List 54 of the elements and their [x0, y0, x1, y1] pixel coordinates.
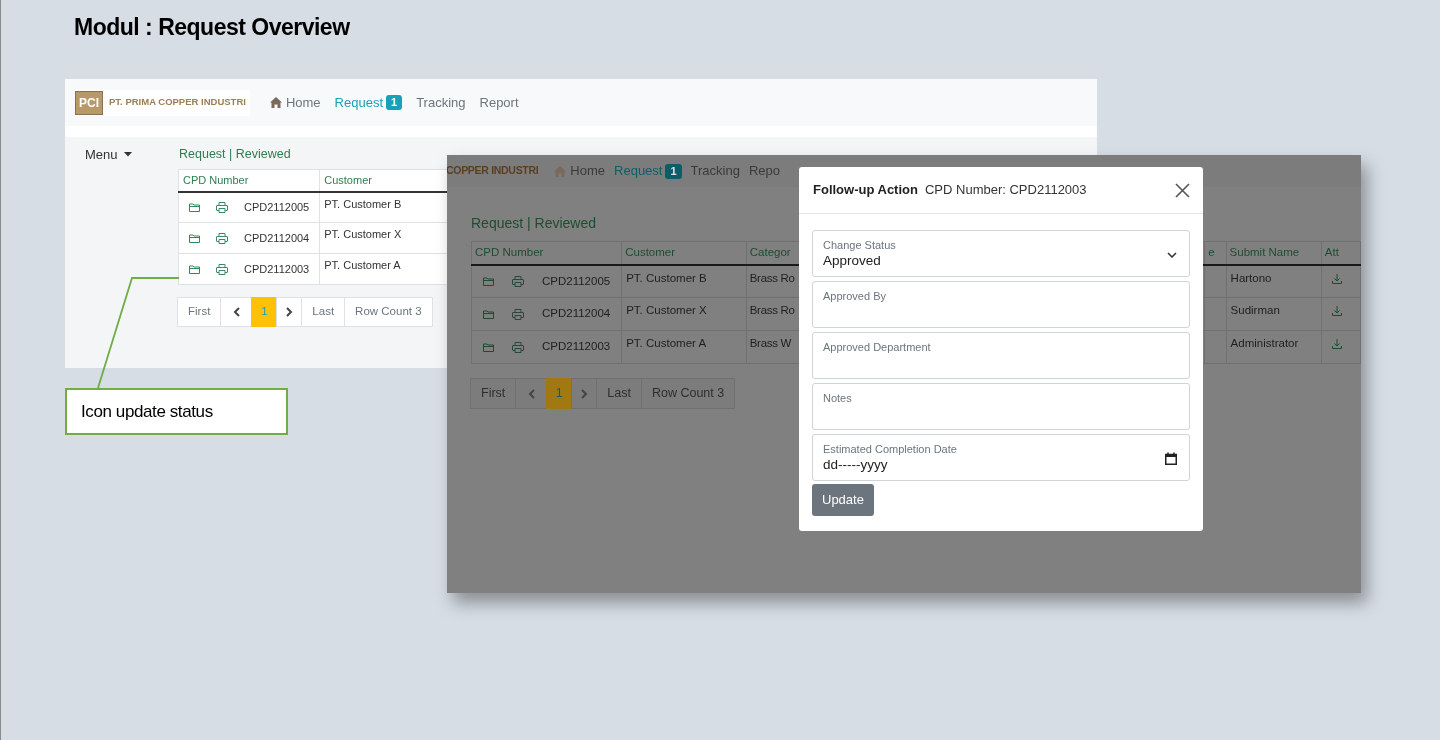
field-label: Change Status [823, 239, 897, 252]
field-label: Approved Department [823, 341, 932, 354]
dialog-subtitle: CPD Number: CPD2112003 [924, 181, 1088, 200]
nav-link[interactable]: Request 1 [614, 161, 682, 181]
submit-name-cell: Administrator [1226, 330, 1322, 364]
nav-link[interactable]: Request 1 [334, 92, 403, 113]
column-header: e [1204, 241, 1227, 265]
row-count-label[interactable]: Row Count 3 [344, 297, 433, 327]
breadcrumb-link[interactable]: Request | Reviewed [178, 145, 291, 169]
column-header: Customer [621, 241, 747, 265]
callout-text: Icon update status [81, 400, 213, 423]
field-value: dd-----yyyy [823, 456, 889, 474]
field-label: Notes [823, 392, 853, 405]
customer-cell: PT. Customer A [621, 330, 747, 364]
row-count-label[interactable]: Row Count 3 [640, 378, 736, 409]
customer-cell: PT. Customer X [621, 297, 747, 331]
first-page-button[interactable]: First [177, 297, 222, 327]
submit-name-cell: Sudirman [1226, 297, 1322, 331]
column-header: CPD Number [178, 169, 320, 192]
nav-link[interactable]: Report [479, 92, 519, 113]
first-page-button[interactable]: First [470, 378, 517, 409]
brand-name: PT. PRIMA COPPER INDUSTRI [109, 95, 246, 110]
dialog-title: Follow-up Action [813, 181, 918, 200]
cpd-number: CPD2112005 [542, 273, 611, 289]
nav-link[interactable]: Tracking [690, 161, 740, 181]
field-label: Estimated Completion Date [823, 443, 958, 456]
last-page-button[interactable]: Last [596, 378, 642, 409]
select-field[interactable]: Change Status Approved [812, 230, 1190, 277]
nav-link[interactable]: Tracking [416, 92, 466, 113]
nav-link[interactable]: Repo [748, 161, 781, 181]
column-header: Att [1321, 241, 1361, 265]
update-button[interactable]: Update [812, 484, 874, 516]
cpd-number: CPD2112004 [542, 306, 611, 322]
count-badge: 1 [386, 95, 403, 110]
input-field[interactable]: Approved By [812, 281, 1190, 328]
nav-link[interactable]: Home [269, 92, 321, 113]
last-page-button[interactable]: Last [301, 297, 346, 327]
input-field[interactable]: Notes [812, 383, 1190, 430]
column-header: CPD Number [471, 241, 622, 265]
nav-link[interactable]: Home [554, 161, 606, 181]
date-field[interactable]: Estimated Completion Date dd-----yyyy [812, 434, 1190, 481]
slide-title: Modul : Request Overview [74, 13, 350, 42]
customer-cell: PT. Customer B [621, 264, 747, 298]
cpd-number: CPD2112004 [244, 230, 310, 246]
menu-dropdown[interactable]: Menu [85, 145, 132, 165]
logo-mark: PCI [75, 90, 103, 115]
cpd-number: CPD2112005 [244, 200, 310, 215]
brand-name: COPPER INDUSTRI [447, 163, 539, 179]
submit-name-cell: Hartono [1226, 264, 1322, 298]
column-header: Submit Name [1226, 241, 1322, 265]
count-badge: 1 [665, 163, 682, 179]
input-field[interactable]: Approved Department [812, 332, 1190, 379]
cpd-number: CPD2112003 [244, 261, 310, 277]
cpd-number: CPD2112003 [542, 339, 611, 355]
